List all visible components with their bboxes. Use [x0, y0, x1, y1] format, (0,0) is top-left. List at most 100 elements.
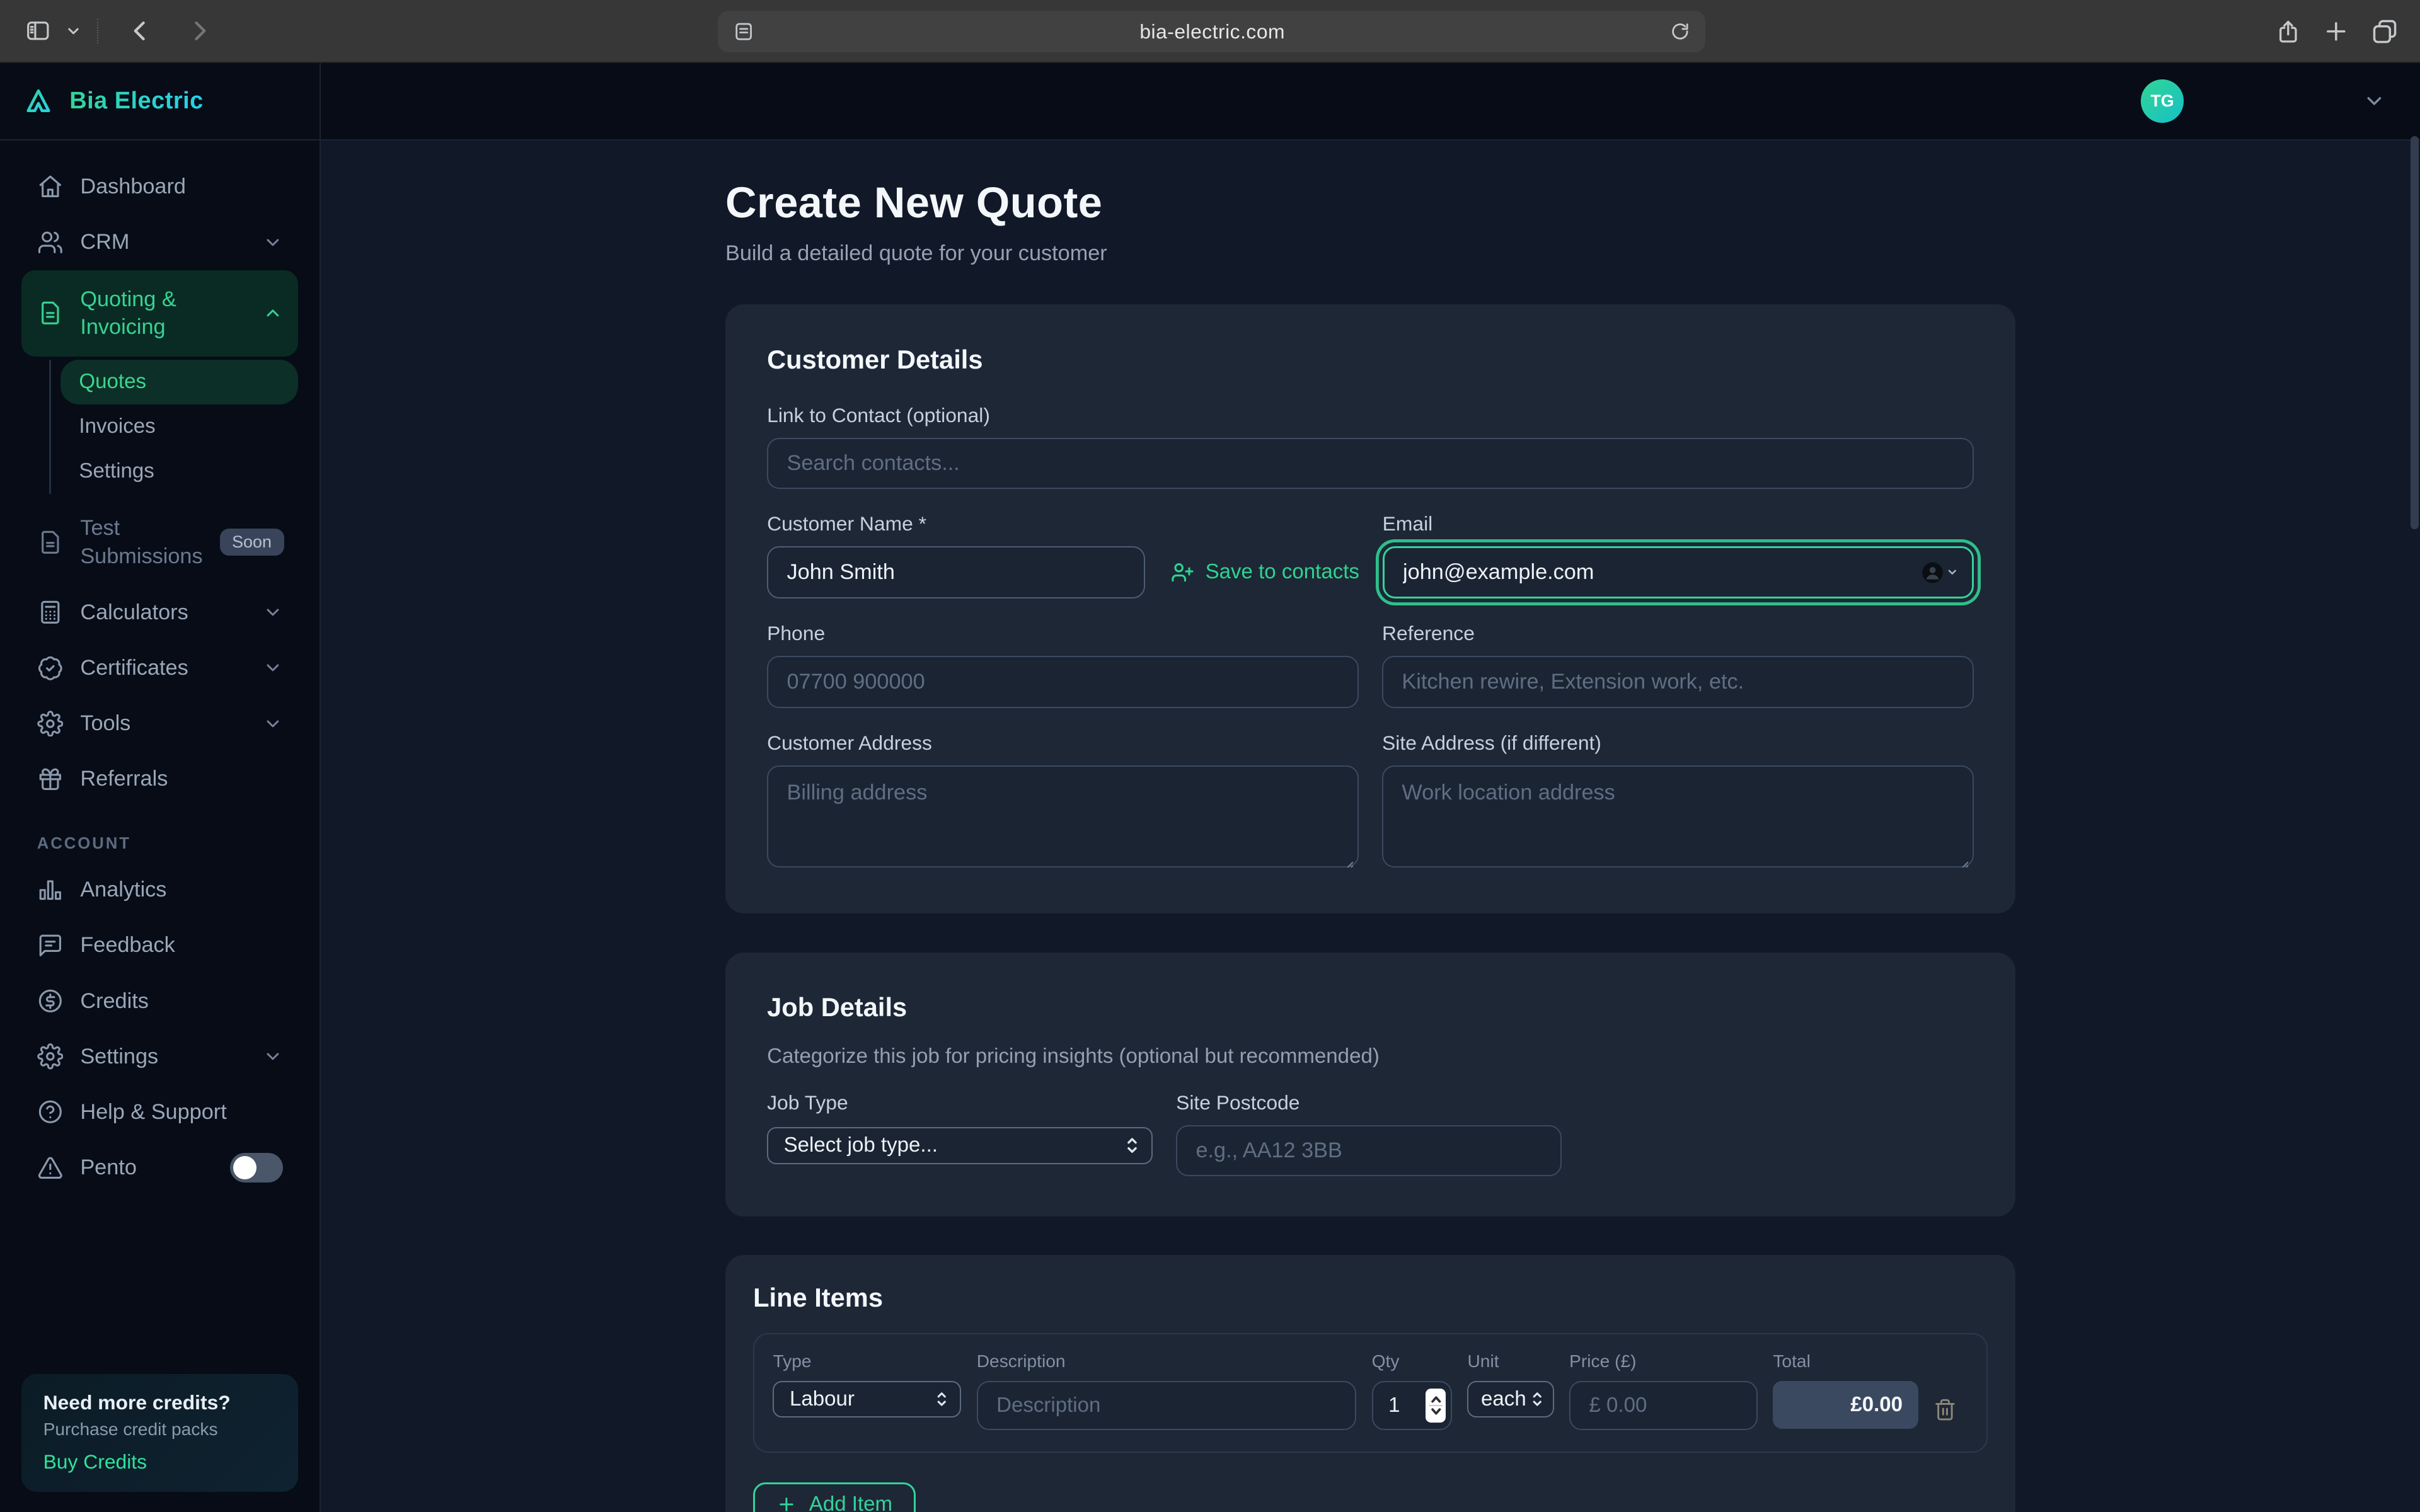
quoting-subnav: Quotes Invoices Settings	[49, 360, 298, 494]
gear-icon	[37, 711, 64, 737]
site-address-label: Site Address (if different)	[1382, 731, 1974, 755]
sidebar-item-label: Referrals	[80, 765, 282, 793]
sidebar-item-certificates[interactable]: Certificates	[21, 640, 298, 696]
sidebar-item-feedback[interactable]: Feedback	[21, 918, 298, 973]
line-description-input[interactable]	[977, 1381, 1356, 1430]
column-qty-label: Qty	[1372, 1351, 1452, 1372]
customer-address-textarea[interactable]	[767, 765, 1359, 868]
chevron-up-icon	[263, 303, 283, 323]
help-circle-icon	[37, 1099, 64, 1125]
save-to-contacts-button[interactable]: Save to contacts	[1170, 560, 1359, 585]
select-chevrons-icon	[1530, 1389, 1545, 1409]
customer-details-card: Customer Details Link to Contact (option…	[725, 304, 2015, 914]
sidebar-item-label: Quoting & Invoicing	[80, 285, 246, 341]
reload-icon[interactable]	[1670, 21, 1690, 42]
add-item-label: Add Item	[809, 1492, 892, 1512]
sidebar-item-quoting-invoicing[interactable]: Quoting & Invoicing	[21, 270, 298, 357]
delete-line-item-button[interactable]	[1933, 1397, 1957, 1422]
stepper-up-icon	[1430, 1395, 1443, 1404]
avatar[interactable]: TG	[2141, 79, 2184, 123]
user-plus-icon	[1170, 560, 1194, 585]
sidebar-item-dashboard[interactable]: Dashboard	[21, 159, 298, 214]
alert-triangle-icon	[37, 1155, 64, 1181]
subnav-item-label: Settings	[79, 459, 154, 483]
search-contacts-input[interactable]	[767, 438, 1974, 489]
email-label: Email	[1383, 512, 1974, 536]
add-item-button[interactable]: Add Item	[753, 1482, 916, 1512]
site-address-textarea[interactable]	[1382, 765, 1974, 868]
phone-input[interactable]	[767, 656, 1359, 708]
sidebar-item-help-support[interactable]: Help & Support	[21, 1084, 298, 1140]
autofill-contact-icon[interactable]	[1920, 560, 1959, 585]
sidebar-item-label: Dashboard	[80, 173, 282, 201]
site-postcode-label: Site Postcode	[1176, 1091, 1562, 1114]
stepper-down-icon	[1430, 1407, 1443, 1416]
chevron-down-icon	[263, 658, 283, 678]
credits-card-title: Need more credits?	[43, 1391, 277, 1414]
credits-upsell-card: Need more credits? Purchase credit packs…	[21, 1374, 298, 1492]
sidebar-item-credits[interactable]: Credits	[21, 973, 298, 1029]
sidebar-options-chevron-icon[interactable]	[65, 23, 82, 40]
save-to-contacts-label: Save to contacts	[1206, 560, 1359, 584]
line-total: £0.00	[1773, 1381, 1918, 1429]
brand[interactable]: Bia Electric	[0, 63, 320, 140]
sidebar-item-tools[interactable]: Tools	[21, 696, 298, 751]
reference-input[interactable]	[1382, 656, 1974, 708]
customer-name-input[interactable]	[767, 546, 1145, 598]
bar-chart-icon	[37, 877, 64, 903]
page-icon	[733, 21, 754, 42]
page-subtitle: Build a detailed quote for your customer	[725, 241, 2015, 266]
plus-icon	[776, 1494, 797, 1512]
gift-icon	[37, 766, 64, 793]
subnav-item-label: Quotes	[79, 370, 146, 394]
sidebar-item-settings[interactable]: Settings	[21, 1029, 298, 1084]
column-price-label: Price (£)	[1569, 1351, 1758, 1372]
sidebar-item-test-submissions[interactable]: Test Submissions Soon	[21, 500, 298, 585]
line-items-card: Line Items Type Labour Description	[725, 1255, 2015, 1512]
address-bar[interactable]: bia-electric.com	[718, 11, 1705, 52]
qty-stepper[interactable]	[1426, 1389, 1446, 1423]
page-title: Create New Quote	[725, 178, 2015, 227]
gear-icon	[37, 1043, 64, 1070]
sidebar-item-label: Credits	[80, 987, 282, 1016]
job-details-heading: Job Details	[767, 992, 1974, 1022]
sidebar-item-crm[interactable]: CRM	[21, 214, 298, 270]
scrollbar-thumb[interactable]	[2411, 136, 2418, 529]
reference-label: Reference	[1382, 622, 1974, 645]
job-type-select[interactable]: Select job type...	[767, 1127, 1153, 1164]
new-tab-icon[interactable]	[2323, 18, 2349, 45]
sidebar-item-label: CRM	[80, 228, 246, 256]
sidebar-item-referrals[interactable]: Referrals	[21, 752, 298, 807]
brand-name: Bia Electric	[69, 88, 204, 115]
buy-credits-link[interactable]: Buy Credits	[43, 1450, 277, 1474]
toggle-knob	[233, 1156, 256, 1179]
sidebar-item-analytics[interactable]: Analytics	[21, 862, 298, 917]
browser-chrome: bia-electric.com	[0, 0, 2420, 63]
pento-toggle[interactable]	[230, 1153, 282, 1183]
header-chevron-down-icon[interactable]	[2363, 89, 2386, 113]
share-icon[interactable]	[2275, 17, 2302, 47]
sidebar-item-calculators[interactable]: Calculators	[21, 585, 298, 640]
customer-name-label: Customer Name *	[767, 512, 1359, 536]
credits-card-subtitle: Purchase credit packs	[43, 1419, 277, 1440]
line-type-select[interactable]: Labour	[773, 1381, 961, 1418]
sidebar-item-pento[interactable]: Pento	[21, 1140, 298, 1195]
forward-button[interactable]	[185, 17, 213, 45]
sidebar-item-quotes[interactable]: Quotes	[60, 360, 298, 404]
email-input[interactable]	[1383, 546, 1974, 598]
job-type-value: Select job type...	[784, 1133, 938, 1157]
line-unit-select[interactable]: each	[1467, 1381, 1553, 1418]
phone-label: Phone	[767, 622, 1359, 645]
sidebar-item-invoices[interactable]: Invoices	[60, 404, 298, 449]
back-button[interactable]	[127, 17, 154, 45]
customer-address-label: Customer Address	[767, 731, 1359, 755]
line-price-input[interactable]	[1569, 1381, 1758, 1430]
tab-overview-icon[interactable]	[2371, 18, 2399, 45]
chevron-down-icon	[263, 714, 283, 734]
sidebar-item-quoting-settings[interactable]: Settings	[60, 449, 298, 494]
brand-logo-icon	[21, 86, 55, 117]
link-to-contact-label: Link to Contact (optional)	[767, 404, 1974, 427]
site-postcode-input[interactable]	[1176, 1125, 1562, 1176]
column-total-label: Total	[1773, 1351, 1918, 1372]
sidebar-toggle-icon[interactable]	[23, 18, 53, 44]
